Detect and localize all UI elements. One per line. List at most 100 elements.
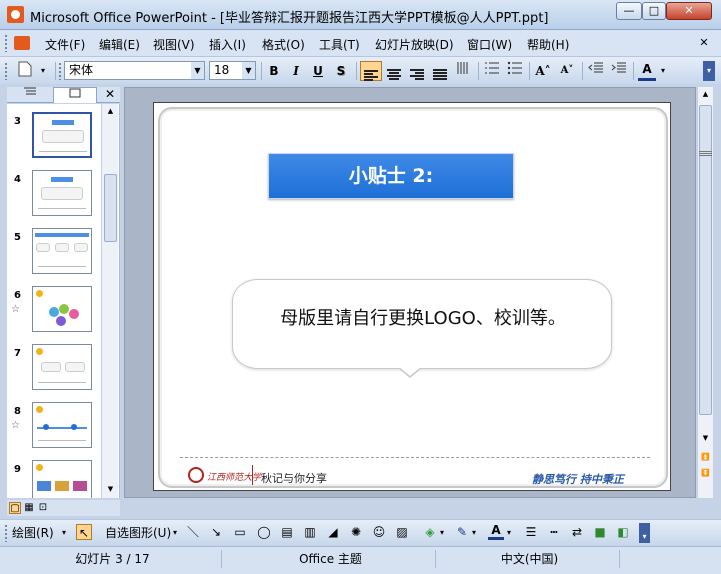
close-pane-icon[interactable]: ✕ xyxy=(103,87,117,102)
vertical-textbox-icon[interactable]: ▥ xyxy=(302,524,318,540)
slide-title[interactable]: 小贴士 2: xyxy=(268,153,514,199)
thumbnail-slide-5[interactable]: 5 xyxy=(7,228,107,288)
editor-scrollbar[interactable]: ▲ ▼ ⏫ ⏬ xyxy=(697,87,713,498)
increase-font-button[interactable]: A˄ xyxy=(533,61,553,81)
scroll-down-icon[interactable]: ▼ xyxy=(699,431,712,445)
footer-text[interactable]: 秋记与你分享 xyxy=(261,470,327,486)
shadow-button[interactable]: S xyxy=(332,61,350,81)
select-pointer-icon[interactable]: ↖ xyxy=(76,524,92,540)
decrease-font-button[interactable]: A˅ xyxy=(557,61,577,81)
slide-thumbnail[interactable] xyxy=(32,460,92,498)
menu-file[interactable]: 文件(F) xyxy=(45,36,85,53)
language-status[interactable]: 中文(中国) xyxy=(440,550,620,568)
thumbnail-slide-3[interactable]: 3 xyxy=(7,112,107,172)
slide-sorter-icon[interactable]: ▦ xyxy=(23,502,35,514)
next-slide-icon[interactable]: ⏬ xyxy=(699,467,712,480)
maximize-button[interactable]: □ xyxy=(642,2,666,20)
chevron-down-icon[interactable]: ▾ xyxy=(440,524,444,542)
diagram-icon[interactable]: ✺ xyxy=(348,524,364,540)
thumbnail-slide-7[interactable]: 7 xyxy=(7,344,107,404)
slides-tab[interactable] xyxy=(53,87,97,103)
numbering-button[interactable] xyxy=(482,61,502,81)
powerpoint-app-icon[interactable] xyxy=(7,6,24,23)
decrease-indent-button[interactable] xyxy=(586,61,606,81)
normal-view-icon[interactable]: ▢ xyxy=(9,502,21,514)
arrow-icon[interactable]: ↘ xyxy=(208,524,224,540)
font-name-select[interactable]: 宋体 ▼ xyxy=(64,61,205,80)
distribute-button[interactable] xyxy=(430,61,450,81)
bold-button[interactable]: B xyxy=(265,61,283,81)
close-button[interactable]: ✕ xyxy=(666,2,712,20)
3d-style-icon[interactable]: ◧ xyxy=(615,524,631,540)
italic-button[interactable]: I xyxy=(287,61,305,81)
oval-icon[interactable]: ◯ xyxy=(256,524,272,540)
toolbar-grip[interactable] xyxy=(58,62,62,80)
menu-view[interactable]: 视图(V) xyxy=(153,36,195,53)
scroll-up-icon[interactable]: ▲ xyxy=(699,87,712,101)
picture-icon[interactable]: ▨ xyxy=(394,524,410,540)
arrow-style-icon[interactable]: ⇄ xyxy=(569,524,585,540)
align-center-button[interactable] xyxy=(384,61,404,81)
menu-help[interactable]: 帮助(H) xyxy=(527,36,569,53)
scroll-up-icon[interactable]: ▲ xyxy=(104,104,117,118)
thumbnail-slide-4[interactable]: 4 xyxy=(7,170,107,230)
document-icon[interactable] xyxy=(14,36,30,50)
minimize-button[interactable]: — xyxy=(616,2,642,20)
increase-indent-button[interactable] xyxy=(609,61,629,81)
thumbnails-scrollbar[interactable]: ▲ ▼ xyxy=(101,104,118,498)
bubble-text[interactable]: 母版里请自行更换LOGO、校训等。 xyxy=(233,304,613,330)
new-slide-icon[interactable] xyxy=(14,61,36,81)
thumbnail-slide-9[interactable]: 9 xyxy=(7,460,107,498)
font-color-button[interactable]: A xyxy=(638,61,656,81)
shadow-style-icon[interactable]: ■ xyxy=(592,524,608,540)
slide-thumbnail[interactable] xyxy=(32,228,92,274)
bullets-button[interactable] xyxy=(505,61,525,81)
chevron-down-icon[interactable]: ▾ xyxy=(173,524,177,542)
current-slide[interactable]: 小贴士 2: 母版里请自行更换LOGO、校训等。 江西师范大学 秋记与你分享 静… xyxy=(153,102,671,491)
align-left-button[interactable] xyxy=(360,61,382,81)
toolbar-grip[interactable] xyxy=(4,62,8,80)
scroll-down-icon[interactable]: ▼ xyxy=(104,482,117,496)
menu-slideshow[interactable]: 幻灯片放映(D) xyxy=(375,36,454,53)
menu-format[interactable]: 格式(O) xyxy=(262,36,305,53)
chevron-down-icon[interactable]: ▾ xyxy=(507,524,511,542)
autoshapes-menu-button[interactable]: 自选图形(U) xyxy=(105,524,171,542)
toolbar-grip[interactable] xyxy=(4,524,8,542)
chevron-down-icon[interactable]: ▼ xyxy=(242,62,255,79)
slide-thumbnail[interactable] xyxy=(32,286,92,332)
font-color-dropdown-icon[interactable]: ▾ xyxy=(658,61,668,81)
chevron-down-icon[interactable]: ▾ xyxy=(62,524,66,542)
menu-edit[interactable]: 编辑(E) xyxy=(99,36,140,53)
slide-thumbnail[interactable] xyxy=(32,112,92,158)
menu-grip[interactable] xyxy=(4,34,8,52)
wordart-icon[interactable]: ◢ xyxy=(325,524,341,540)
dash-style-icon[interactable]: ┅ xyxy=(546,524,562,540)
textbox-icon[interactable]: ▤ xyxy=(279,524,295,540)
menu-tools[interactable]: 工具(T) xyxy=(319,36,360,53)
vertical-text-button[interactable] xyxy=(453,61,473,81)
chevron-down-icon[interactable]: ▼ xyxy=(191,62,204,79)
thumbnail-slide-6[interactable]: 6 ☆ xyxy=(7,286,107,346)
line-style-icon[interactable]: ☰ xyxy=(523,524,539,540)
clipart-icon[interactable]: ☺ xyxy=(371,524,387,540)
toolbar-overflow-icon[interactable]: ▾ xyxy=(38,61,48,81)
slide-thumbnail[interactable] xyxy=(32,170,92,216)
slideshow-icon[interactable]: ⊡ xyxy=(37,502,49,514)
rectangle-icon[interactable]: ▭ xyxy=(232,524,248,540)
slide-thumbnail[interactable] xyxy=(32,402,92,448)
menu-window[interactable]: 窗口(W) xyxy=(467,36,512,53)
fill-color-icon[interactable]: ◈ xyxy=(422,524,438,540)
align-right-button[interactable] xyxy=(407,61,427,81)
previous-slide-icon[interactable]: ⏫ xyxy=(699,451,712,464)
underline-button[interactable]: U xyxy=(309,61,327,81)
draw-font-color-icon[interactable]: A xyxy=(488,524,504,540)
toolbar-options-icon[interactable]: ▾ xyxy=(703,61,715,81)
toolbar-options-icon[interactable]: ▾ xyxy=(639,523,650,543)
outline-tab[interactable] xyxy=(7,87,52,103)
slide-thumbnail[interactable] xyxy=(32,344,92,390)
scrollbar-thumb[interactable] xyxy=(104,174,117,242)
chevron-down-icon[interactable]: ▾ xyxy=(472,524,476,542)
font-size-select[interactable]: 18 ▼ xyxy=(209,61,256,80)
speech-bubble[interactable]: 母版里请自行更换LOGO、校训等。 xyxy=(232,279,613,378)
line-icon[interactable]: ＼ xyxy=(185,524,201,540)
